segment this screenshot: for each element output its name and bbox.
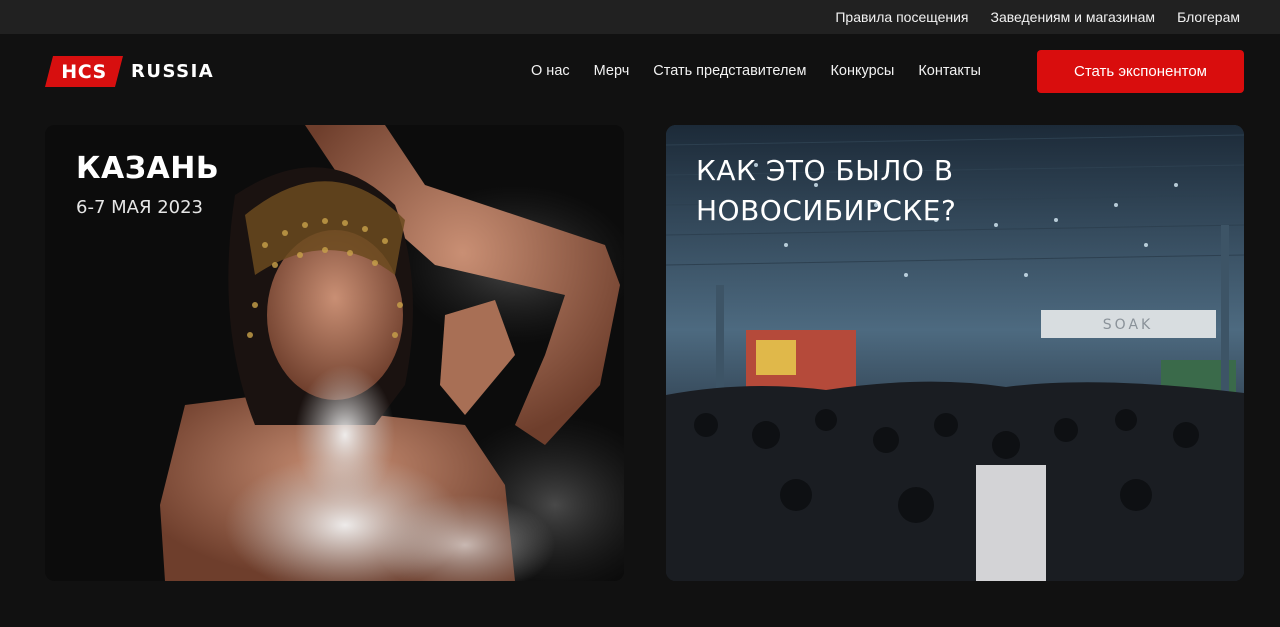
soak-sign: SOAK bbox=[1103, 317, 1153, 333]
card-date-kazan: 6-7 МАЯ 2023 bbox=[76, 197, 204, 218]
card-title-kazan: КАЗАНЬ bbox=[76, 151, 220, 186]
card-title-novosibirsk: КАК ЭТО БЫЛО В НОВОСИБИРСКЕ? bbox=[696, 154, 957, 227]
logo-wordmark: RUSSIA bbox=[131, 61, 215, 82]
main-nav: О нас Мерч Стать представителем Конкурсы… bbox=[531, 61, 981, 81]
event-card-novosibirsk[interactable]: SOAK КАК ЭТО БЫЛО В НОВОСИБИРСКЕ? bbox=[666, 125, 1244, 581]
logo-badge: HCS bbox=[45, 56, 123, 87]
topbar-link-venues-shops[interactable]: Заведениям и магазинам bbox=[991, 9, 1156, 25]
topbar-link-bloggers[interactable]: Блогерам bbox=[1177, 9, 1240, 25]
nav-item-contacts[interactable]: Контакты bbox=[918, 63, 981, 79]
nav-item-contests[interactable]: Конкурсы bbox=[830, 63, 894, 79]
logo[interactable]: HCS RUSSIA bbox=[45, 56, 214, 87]
logo-badge-text: HCS bbox=[61, 60, 107, 83]
top-utility-bar: Правила посещения Заведениям и магазинам… bbox=[0, 0, 1280, 34]
topbar-link-visit-rules[interactable]: Правила посещения bbox=[835, 9, 968, 25]
nav-item-become-representative[interactable]: Стать представителем bbox=[653, 63, 806, 79]
event-card-kazan[interactable]: КАЗАНЬ 6-7 МАЯ 2023 bbox=[45, 125, 624, 581]
main-header: HCS RUSSIA О нас Мерч Стать представител… bbox=[0, 34, 1280, 108]
nav-item-about[interactable]: О нас bbox=[531, 63, 570, 79]
become-exhibitor-button[interactable]: Стать экспонентом bbox=[1037, 50, 1244, 93]
woman-with-smoke-photo bbox=[45, 125, 624, 581]
nav-item-merch[interactable]: Мерч bbox=[594, 63, 630, 79]
